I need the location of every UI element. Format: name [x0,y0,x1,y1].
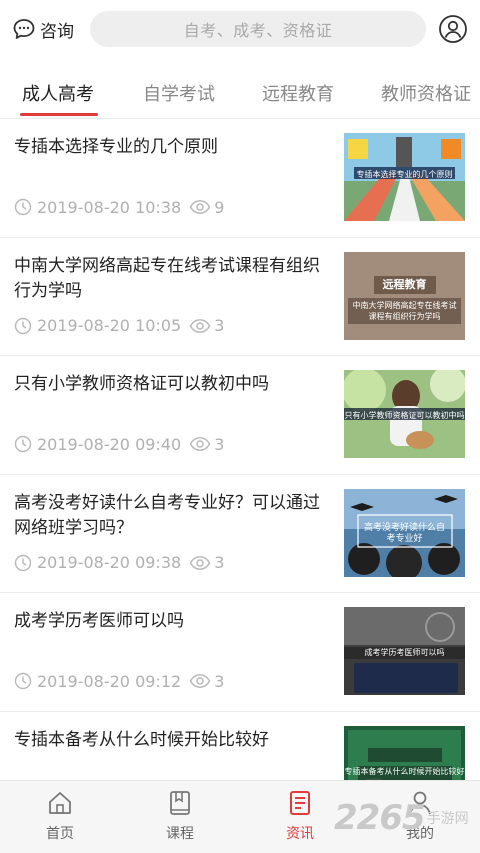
nav-mine[interactable]: 我的 [390,789,450,843]
search-input[interactable]: 自考、成考、资格证 [90,11,426,47]
nav-home-label: 首页 [46,826,74,842]
bottom-navigation: 首页 课程 资讯 我的 [0,780,480,853]
clock-icon [14,672,32,690]
eye-icon [189,555,211,570]
article-title: 高考没考好读什么自考专业好？可以通过网络班学习吗？ [14,492,320,538]
eye-icon [189,318,211,333]
home-icon [49,792,71,814]
article-meta: 2019-08-20 09:38 3 [14,553,224,573]
article-title: 专插本备考从什么时候开始比较好 [14,729,269,750]
nav-mine-label: 我的 [406,826,434,842]
thumbnail-caption: 高考没考好读什么自考专业好 [363,522,445,544]
clock-icon [14,198,32,216]
nav-courses[interactable]: 课程 [150,789,210,843]
search-placeholder: 自考、成考、资格证 [183,21,333,40]
article-date: 2019-08-20 10:05 [37,316,182,335]
article-meta: 2019-08-20 10:38 9 [14,197,224,217]
article-date: 2019-08-20 10:38 [37,197,182,217]
article-thumbnail: 成考学历考医师可以吗 [344,607,465,695]
article-views: 3 [214,671,225,691]
eye-icon [189,674,211,688]
list-item[interactable]: 专插本选择专业的几个原则 2019-08-20 10:38 9 专插本选择专业的… [0,118,480,237]
consult-label: 咨询 [40,21,74,42]
article-views: 9 [214,197,225,217]
eye-icon [189,200,211,214]
tab-adult-college-exam[interactable]: 成人高考 [22,80,94,106]
article-date: 2019-08-20 09:38 [37,553,182,572]
person-icon [409,791,431,815]
nav-courses-label: 课程 [166,826,194,842]
clock-icon [14,435,32,453]
article-title: 专插本选择专业的几个原则 [14,137,218,157]
chat-bubble-icon [13,19,35,39]
thumbnail-caption: 专插本选择专业的几个原则 [356,170,453,179]
active-tab-indicator [20,113,98,116]
nav-home[interactable]: 首页 [30,789,90,843]
article-meta: 2019-08-20 09:12 3 [14,671,224,691]
article-meta: 2019-08-20 09:40 3 [14,434,224,454]
list-item[interactable]: 高考没考好读什么自考专业好？可以通过网络班学习吗？ 2019-08-20 09:… [0,473,480,593]
article-thumbnail: 专插本选择专业的几个原则 [344,133,465,221]
nav-news-label: 资讯 [286,826,314,842]
article-views: 3 [214,553,225,572]
article-date: 2019-08-20 09:12 [37,671,182,691]
thumbnail-tag: 远程教育 [382,277,427,291]
consult-button[interactable]: 咨询 [12,14,74,44]
tab-self-study-exam[interactable]: 自学考试 [143,80,215,106]
thumbnail-caption: 中南大学网络高起专在线考试课程有组织行为学吗 [352,300,457,321]
user-profile-icon[interactable] [438,14,468,44]
book-icon [170,791,190,815]
list-item[interactable]: 中南大学网络高起专在线考试课程有组织行为学吗 2019-08-20 10:05 … [0,236,480,356]
clock-icon [14,317,32,334]
top-bar: 咨询 自考、成考、资格证 [0,0,480,60]
clock-icon [14,554,32,571]
article-title: 成考学历考医师可以吗 [14,611,184,631]
thumbnail-caption: 专插本备考从什么时候开始比较好 [344,766,465,776]
thumbnail-caption: 只有小学教师资格证可以教初中吗 [344,411,465,420]
tab-teacher-certificate[interactable]: 教师资格证 [381,80,471,106]
article-title: 中南大学网络高起专在线考试课程有组织行为学吗 [14,255,320,301]
list-item[interactable]: 成考学历考医师可以吗 2019-08-20 09:12 3 成考学历考医师可以吗 [0,592,480,711]
article-list: 专插本选择专业的几个原则 2019-08-20 10:38 9 专插本选择专业的… [0,118,480,829]
news-icon [290,791,310,815]
article-date: 2019-08-20 09:40 [37,434,182,454]
eye-icon [189,437,211,451]
nav-news[interactable]: 资讯 [270,789,330,843]
article-thumbnail: 远程教育 中南大学网络高起专在线考试课程有组织行为学吗 [344,251,465,340]
tab-distance-education[interactable]: 远程教育 [262,80,334,106]
article-thumbnail: 只有小学教师资格证可以教初中吗 [344,370,465,458]
category-tabs: 成人高考 自学考试 远程教育 教师资格证 [0,70,480,118]
thumbnail-caption: 成考学历考医师可以吗 [364,648,445,657]
article-thumbnail: 高考没考好读什么自考专业好 [344,488,465,577]
article-views: 3 [214,316,225,335]
article-title: 只有小学教师资格证可以教初中吗 [14,374,269,394]
article-views: 3 [214,434,225,454]
article-meta: 2019-08-20 10:05 3 [14,316,224,336]
list-item[interactable]: 只有小学教师资格证可以教初中吗 2019-08-20 09:40 3 只有小学教… [0,355,480,474]
